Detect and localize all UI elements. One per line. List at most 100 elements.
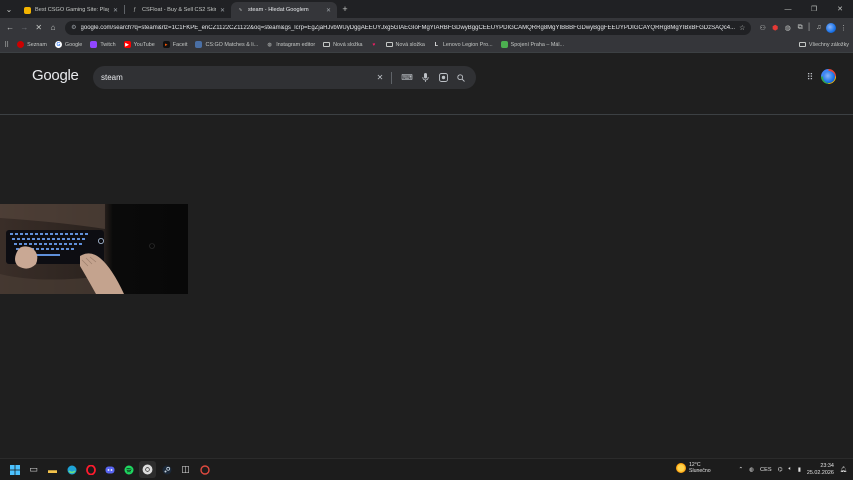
address-bar[interactable]: ⚙ google.com/search?q=steam&rlz=1C1FKPE_…	[65, 20, 752, 35]
bookmark-faceit[interactable]: ▸ Faceit	[162, 41, 187, 48]
system-tray: ⌃ ◍ CES ⌬ 🔈︎ ▮ 23:34 25.02.2026 🔔︎	[738, 463, 847, 477]
menu-kebab-icon[interactable]: ⋮	[838, 22, 849, 34]
google-icon: G	[54, 41, 62, 48]
volume-icon[interactable]: 🔈︎	[788, 466, 791, 473]
apps-grid-icon[interactable]: ⠿	[4, 41, 9, 49]
bookmark-google[interactable]: G Google	[54, 41, 82, 48]
back-arrow-icon[interactable]: ←	[4, 21, 16, 35]
tab-1[interactable]: Best CSGO Gaming Site: Play & ✕	[18, 2, 124, 18]
windows-start-icon[interactable]	[6, 461, 23, 478]
extensions-puzzle-icon[interactable]: ⧉	[795, 22, 806, 34]
clock-date: 25.02.2026	[806, 469, 834, 476]
maximize-icon[interactable]: ❐	[801, 0, 827, 18]
faceit-icon: ▸	[162, 41, 170, 48]
extension-icon[interactable]: ⚇	[757, 22, 768, 34]
stop-loading-icon[interactable]: ✕	[33, 21, 45, 35]
folder-icon	[385, 42, 393, 47]
keyboard-icon[interactable]: ⌨	[400, 71, 414, 85]
bookmarks-bar: ⠿ Seznam G Google Twitch ▶ YouTube ▸ Faceit…	[0, 37, 853, 53]
tab-favicon-icon: ∿	[238, 7, 243, 13]
profile-avatar[interactable]	[826, 22, 837, 34]
lens-camera-icon[interactable]	[436, 71, 450, 85]
extension-ad-icon[interactable]: ◍	[782, 22, 793, 34]
image-result-keyboard[interactable]	[0, 204, 188, 294]
search-icon[interactable]	[454, 71, 468, 85]
youtube-icon: ▶	[123, 41, 131, 48]
tab-title: Best CSGO Gaming Site: Play &	[35, 7, 109, 13]
bookmark-csgo-matches[interactable]: CS:GO Matches & li...	[195, 41, 258, 48]
hltv-icon	[195, 41, 203, 48]
bookmark-folder-1[interactable]: Nová složka	[323, 42, 363, 48]
steam-icon[interactable]	[158, 461, 175, 478]
notifications-bell-icon[interactable]: 🔔︎	[840, 467, 847, 473]
clear-search-icon[interactable]: ✕	[373, 71, 387, 85]
transit-icon	[500, 41, 508, 48]
seznam-icon	[17, 41, 25, 48]
forward-arrow-icon[interactable]: →	[18, 21, 30, 35]
weather-desc: Slunečno	[689, 468, 711, 474]
home-icon[interactable]: ⌂	[47, 21, 59, 35]
spotify-icon[interactable]	[120, 461, 137, 478]
all-bookmarks[interactable]: Všechny záložky	[798, 42, 849, 48]
google-apps-icon[interactable]: ⠿	[804, 71, 816, 83]
divider-icon: │	[807, 24, 812, 31]
heart-icon: ♥	[372, 41, 376, 48]
bookmark-twitch[interactable]: Twitch	[90, 41, 116, 48]
minimize-icon[interactable]: —	[775, 0, 801, 18]
google-header: Google steam ✕ ⌨ ⠿	[0, 53, 853, 115]
bookmark-folder-2[interactable]: Nová složka	[385, 42, 425, 48]
extension-shield-icon[interactable]: ⬢	[770, 22, 781, 34]
tab-close-icon[interactable]: ✕	[113, 7, 118, 14]
bookmark-spojeni[interactable]: Spojení Praha – Mál...	[500, 41, 564, 48]
clock-time: 23:34	[820, 462, 834, 469]
microphone-icon[interactable]	[418, 71, 432, 85]
weather-widget[interactable]: 12°C Slunečno	[676, 462, 711, 474]
tab-title: steam - Hledat Googlem	[248, 7, 309, 13]
clock[interactable]: 23:34 25.02.2026	[807, 463, 834, 477]
chat-app-icon[interactable]: ◫	[177, 461, 194, 478]
language-indicator[interactable]: CES	[760, 467, 772, 473]
tab-3-active[interactable]: ∿ steam - Hledat Googlem ✕	[231, 2, 337, 18]
bookmark-instagram-editor[interactable]: ◍ Instagram editor	[266, 41, 316, 48]
bookmark-youtube[interactable]: ▶ YouTube	[123, 41, 155, 48]
tab-close-icon[interactable]: ✕	[220, 7, 225, 14]
folder-icon	[323, 42, 331, 47]
window-controls: — ❐ ✕	[775, 0, 853, 18]
tray-chevron-up-icon[interactable]: ⌃	[738, 467, 743, 473]
task-view-icon[interactable]: ▭	[25, 461, 42, 478]
folder-icon	[798, 42, 806, 47]
windows-taskbar: ▭ ▬ ◫ ⌃ ◍ CES ⌬ 🔈︎ ▮ 23:34 25.02.2026 🔔︎	[0, 458, 853, 480]
close-window-icon[interactable]: ✕	[827, 0, 853, 18]
site-info-icon[interactable]: ⚙	[71, 24, 76, 31]
discord-icon[interactable]	[101, 461, 118, 478]
search-box[interactable]: steam ✕ ⌨	[93, 66, 476, 89]
avatar	[826, 22, 837, 33]
edge-icon[interactable]	[63, 461, 80, 478]
battery-icon[interactable]: ▮	[798, 467, 801, 473]
lenovo-icon: L	[434, 41, 438, 48]
keyboard-photo	[0, 204, 188, 294]
url-text[interactable]: google.com/search?q=steam&rlz=1C1FKPE_en…	[81, 25, 736, 31]
new-tab-plus-icon[interactable]: +	[337, 1, 353, 17]
lenovo-vantage-icon[interactable]	[196, 461, 213, 478]
google-account-avatar[interactable]	[821, 69, 836, 84]
tab-close-icon[interactable]: ✕	[326, 7, 331, 14]
bookmark-pink[interactable]: ♥	[371, 41, 378, 48]
bookmark-lenovo[interactable]: L Lenovo Legion Pro...	[433, 41, 493, 48]
chrome-icon[interactable]	[139, 461, 156, 478]
avatar	[822, 70, 835, 83]
search-input[interactable]: steam	[101, 73, 369, 82]
tab-search-chevron-icon[interactable]: ⌄	[0, 0, 18, 18]
tray-app-icon[interactable]: ◍	[749, 467, 754, 473]
bookmark-seznam[interactable]: Seznam	[17, 41, 47, 48]
google-logo[interactable]: Google	[32, 67, 79, 84]
opera-gx-icon[interactable]	[82, 461, 99, 478]
media-icon[interactable]: ♫	[813, 22, 824, 34]
tab-strip: ⌄ Best CSGO Gaming Site: Play & ✕ ƒ CSFl…	[0, 0, 853, 18]
sun-icon	[676, 463, 686, 473]
globe-icon: ◍	[267, 41, 272, 48]
network-icon[interactable]: ⌬	[778, 467, 783, 473]
bookmark-star-icon[interactable]: ☆	[739, 24, 745, 32]
tab-2[interactable]: ƒ CSFloat - Buy & Sell CS2 Skins ✕	[125, 2, 231, 18]
file-explorer-icon[interactable]: ▬	[44, 461, 61, 478]
